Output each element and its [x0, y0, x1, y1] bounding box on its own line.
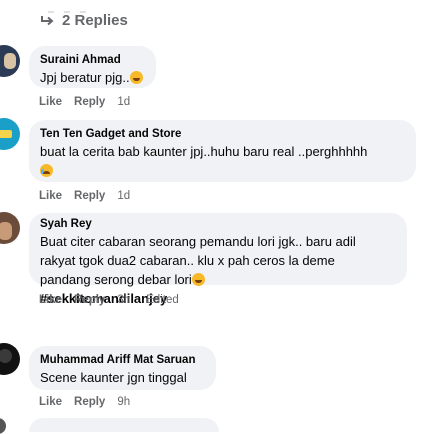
comment-bubble: Ten Ten Gadget and Store buat la cerita … [29, 120, 416, 182]
grin-emoji-icon [129, 71, 143, 84]
comment-timestamp[interactable]: 9h [117, 396, 130, 408]
grin-emoji-icon [191, 273, 205, 286]
commenter-name[interactable]: Syah Rey [40, 217, 396, 232]
like-button[interactable]: Like [39, 294, 62, 306]
commenter-name[interactable]: Suraini Ahmad [40, 53, 145, 68]
comment-bubble: Muhammad Ariff Mat Saruan Scene kaunter … [29, 346, 216, 390]
avatar[interactable] [0, 45, 20, 77]
crying-emoji-icon [40, 164, 53, 177]
reply-button[interactable]: Reply [74, 396, 105, 408]
commenter-name[interactable]: Ten Ten Gadget and Store [40, 127, 405, 142]
reply-arrow-icon [41, 15, 54, 25]
reply-button[interactable]: Reply [74, 96, 105, 108]
previous-actions-faded [48, 0, 114, 13]
like-button[interactable]: Like [39, 190, 62, 202]
like-button[interactable]: Like [39, 96, 62, 108]
avatar[interactable] [0, 212, 20, 244]
comment-text: buat la cerita bab kaunter jpj..huhu bar… [40, 144, 368, 159]
comment-actions: Like Reply 9h [39, 396, 146, 408]
edited-label[interactable]: Edited [146, 294, 179, 306]
reply-button[interactable]: Reply [74, 190, 105, 202]
comment-timestamp[interactable]: 1d [117, 96, 130, 108]
avatar[interactable] [0, 343, 20, 375]
avatar[interactable] [0, 118, 20, 150]
comment-actions: Like Reply 1d [39, 96, 146, 108]
comment-text: Jpj beratur pjg.. [40, 70, 130, 85]
comment-bubble [29, 418, 219, 432]
commenter-name[interactable]: Muhammad Ariff Mat Saruan [40, 353, 205, 368]
replies-count-label: 2 Replies [62, 12, 128, 29]
comment-timestamp[interactable]: 3h [117, 294, 130, 306]
comment-text-line: rakyat tgok dua2 cabaran.. klu x pah cer… [40, 253, 335, 268]
view-replies-link[interactable]: 2 Replies [40, 12, 128, 29]
comment-text: Scene kaunter jgn tinggal [40, 370, 187, 385]
comment-bubble: Suraini Ahmad Jpj beratur pjg.. [29, 46, 156, 88]
reply-button[interactable]: Reply [74, 294, 105, 306]
comment-timestamp[interactable]: 1d [117, 190, 130, 202]
comment-text-line: pandang serong debar lori [40, 272, 192, 287]
comment-actions: Like Reply 1d [39, 190, 146, 202]
avatar[interactable] [0, 418, 6, 434]
comment-text-line: Buat citer cabaran seorang pemandu lori … [40, 234, 356, 249]
comment-actions: Like Reply 3h Edited [39, 294, 195, 306]
like-button[interactable]: Like [39, 396, 62, 408]
